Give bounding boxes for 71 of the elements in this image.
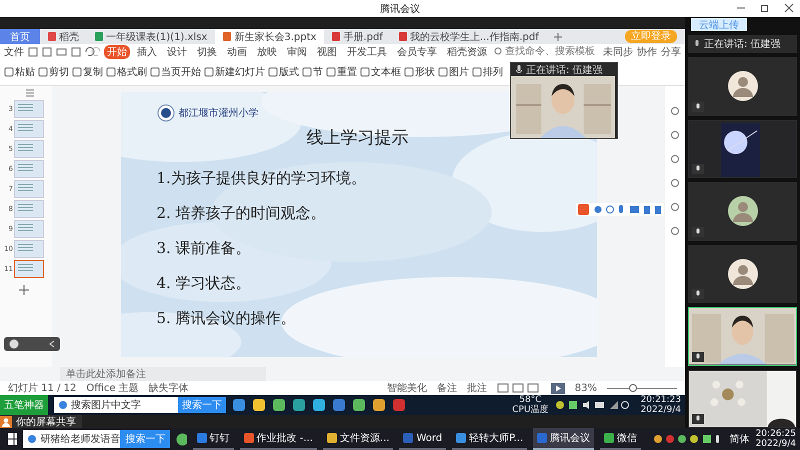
beautify-button[interactable]: 智能美化 <box>386 381 427 395</box>
ribbon-tab[interactable]: 插入 <box>134 44 160 58</box>
ribbon-action[interactable]: 协作 <box>637 44 657 58</box>
clock-date: 2022/9/4 <box>756 439 796 449</box>
theme-name: Office 主题 <box>86 382 139 395</box>
ribbon-tab[interactable]: 开发工具 <box>344 44 390 58</box>
command-search-field[interactable]: 查找命令、搜索模板 <box>494 46 595 57</box>
document-tab[interactable]: 一年级课表(1)(1).xlsx <box>87 29 216 44</box>
ribbon-tab[interactable]: 开始 <box>104 44 130 58</box>
notes-field[interactable]: 单击此处添加备注 <box>60 367 266 381</box>
inner-clock-date: 2022/9/4 <box>640 405 681 415</box>
clock-time: 20:26:25 <box>756 429 796 439</box>
document-tab[interactable]: 新生家长会3.pptx <box>215 29 324 44</box>
ribbon-tool[interactable]: 格式刷 <box>106 65 147 79</box>
taskbar-app[interactable]: 作业批改 -... <box>240 428 317 450</box>
speaking-indicator: 正在讲话: 伍建强 <box>526 64 603 76</box>
slide-bullet: 4. 学习状态。 <box>156 273 252 294</box>
ribbon-action[interactable]: 未同步 <box>603 44 633 58</box>
zoom-value[interactable]: 83% <box>574 382 597 394</box>
notes-button[interactable]: 备注 <box>436 381 457 395</box>
document-tab[interactable]: 手册.pdf <box>324 29 391 44</box>
inner-clock-time: 20:21:23 <box>640 395 681 405</box>
slide-bullet: 5. 腾讯会议的操作。 <box>156 308 297 329</box>
ribbon-tab[interactable]: 审阅 <box>284 44 310 58</box>
slide-bullet: 3. 课前准备。 <box>156 238 252 259</box>
ribbon-tab[interactable]: 动画 <box>224 44 250 58</box>
ribbon-tool[interactable]: 当页开始 <box>150 65 201 79</box>
ribbon-tool[interactable]: 新建幻灯片 <box>204 65 265 79</box>
school-name: 都江堰市灌州小学 <box>178 106 258 120</box>
screen-share-text: 你的屏幕共享 <box>16 416 76 428</box>
ribbon-tab[interactable]: 会员专享 <box>394 44 440 58</box>
ribbon-tool[interactable]: 粘贴 <box>4 65 35 79</box>
speaking-indicator: 正在讲话: 伍建强 <box>704 38 781 51</box>
slide-bullet: 1.为孩子提供良好的学习环境。 <box>156 168 367 189</box>
document-tab[interactable]: 首页 <box>0 29 40 44</box>
ribbon-action[interactable]: 分享 <box>661 44 681 58</box>
document-tab[interactable]: 我的云校学生上...作指南.pdf <box>390 29 547 44</box>
cpu-temperature-label: CPU温度 <box>512 405 549 415</box>
ribbon-tool[interactable]: 剪切 <box>38 65 69 79</box>
taskbar-app[interactable]: 钉钉 <box>192 428 234 450</box>
comments-button[interactable]: 批注 <box>466 381 487 395</box>
ribbon-tool[interactable]: 节 <box>302 65 323 79</box>
missing-fonts-link[interactable]: 缺失字体 <box>148 381 189 395</box>
input-language[interactable]: 简体 <box>730 432 750 446</box>
ribbon-tool[interactable]: 文本框 <box>360 65 401 79</box>
window-title: 腾讯会议 <box>380 2 420 16</box>
ribbon-tab[interactable]: 视图 <box>314 44 340 58</box>
ribbon-tool[interactable]: 图片 <box>438 65 469 79</box>
ribbon-tab[interactable]: 切换 <box>194 44 220 58</box>
ribbon-tool[interactable]: 排列 <box>472 65 503 79</box>
slide-count: 幻灯片 11 / 12 <box>8 382 76 395</box>
slide-title: 线上学习提示 <box>306 127 410 149</box>
taskbar-app[interactable]: 轻转大师P... <box>452 428 528 450</box>
ribbon-tab[interactable]: 放映 <box>254 44 280 58</box>
taskbar-search-field[interactable]: 搜索图片中文字 <box>54 397 178 413</box>
ribbon-tab[interactable]: 设计 <box>164 44 190 58</box>
ribbon-tool[interactable]: 版式 <box>268 65 299 79</box>
taskbar-search-field[interactable]: 研猪给老师发语音 <box>23 430 120 448</box>
ribbon-tool[interactable]: 重置 <box>326 65 357 79</box>
taskbar-app[interactable]: Word <box>399 428 446 450</box>
ribbon-tool[interactable]: 形状 <box>404 65 435 79</box>
taskbar-app[interactable]: 文件资源... <box>322 428 394 450</box>
taskbar-app[interactable]: 腾讯会议 <box>533 428 594 450</box>
document-tab[interactable]: 稻壳 <box>40 29 87 44</box>
slide-bullet: 2. 培养孩子的时间观念。 <box>156 203 327 224</box>
input-method-widget[interactable]: 五笔神器 <box>0 395 48 415</box>
cpu-temperature: 58°C <box>519 395 542 405</box>
ribbon-tool[interactable]: 复制 <box>72 65 103 79</box>
file-menu[interactable]: 文件 <box>4 44 24 58</box>
taskbar-app[interactable]: 微信 <box>600 428 642 450</box>
ribbon-tab[interactable]: 稻壳资源 <box>444 44 490 58</box>
